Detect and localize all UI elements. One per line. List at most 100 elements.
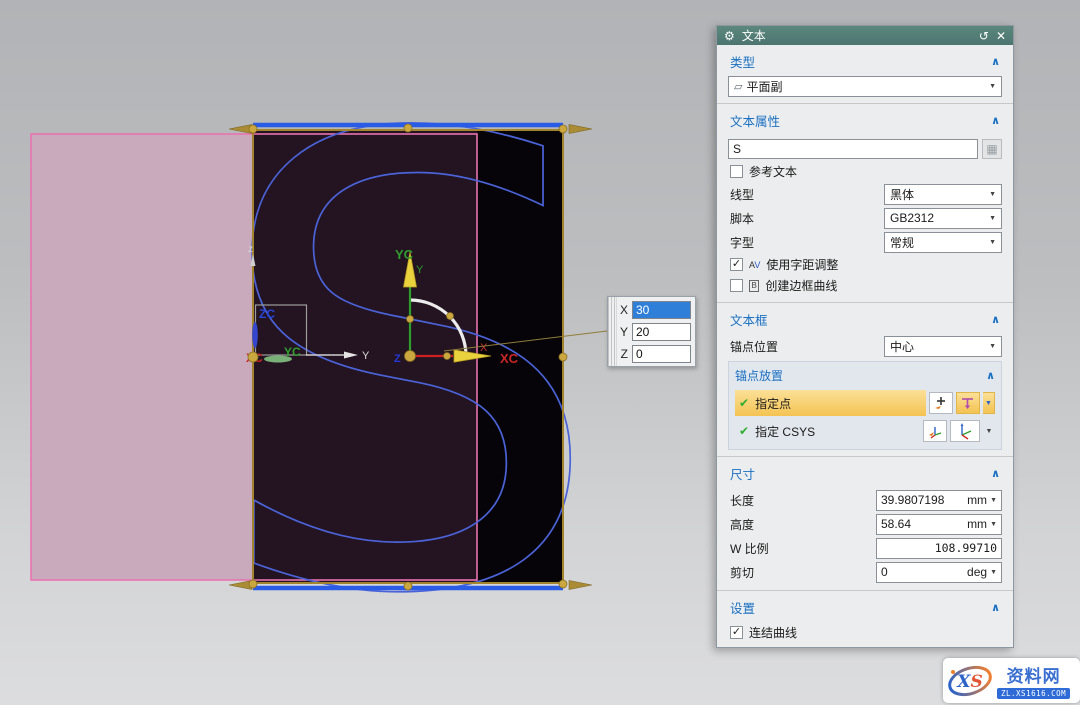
x-coordinate-label: X (619, 303, 628, 317)
section-type-header[interactable]: 类型 ∧ (728, 45, 1002, 76)
wcs-y-label: Y (362, 350, 370, 362)
collapse-icon[interactable]: ∧ (991, 55, 1000, 68)
script-label: 脚本 (728, 210, 884, 227)
length-label: 长度 (728, 492, 876, 509)
check-icon: ✔ (739, 424, 749, 438)
inferred-point-button[interactable] (956, 392, 980, 414)
type-dropdown[interactable]: ▱ 平面副 ▼ (728, 76, 1002, 97)
linetype-label: 线型 (728, 186, 884, 203)
specify-point-row[interactable]: ✔ 指定点 (735, 390, 926, 416)
dialog-titlebar[interactable]: ⚙ 文本 ↺ ✕ (717, 26, 1013, 45)
chevron-down-icon: ▼ (989, 83, 996, 90)
y-axis-drag-dot[interactable] (407, 316, 414, 323)
chevron-down-icon[interactable]: ▼ (990, 569, 997, 576)
watermark-xs-text: XS (956, 672, 982, 692)
kerning-icon: AV (749, 260, 760, 270)
w-scale-field[interactable]: 108.99710 (876, 538, 1002, 559)
symbols-grid-button[interactable]: ▦ (982, 139, 1002, 159)
collapse-icon[interactable]: ∧ (991, 601, 1000, 614)
font-style-dropdown[interactable]: 常规 ▼ (884, 232, 1002, 253)
font-style-label: 字型 (728, 234, 884, 251)
length-field[interactable]: 39.9807198 mm ▼ (876, 490, 1002, 511)
x-coordinate-input[interactable]: 30 (632, 301, 691, 319)
reference-text-label: 参考文本 (749, 163, 797, 180)
collapse-icon[interactable]: ∧ (991, 467, 1000, 480)
kerning-checkbox[interactable]: ✓ (730, 258, 743, 271)
csys-yc-label: YC (395, 247, 414, 262)
height-field[interactable]: 58.64 mm ▼ (876, 514, 1002, 535)
csys-dialog-button[interactable] (923, 420, 947, 442)
shear-field[interactable]: 0 deg ▼ (876, 562, 1002, 583)
y-coordinate-input[interactable]: 20 (632, 323, 691, 341)
csys-xc-label: XC (500, 351, 519, 366)
coordinate-tracker[interactable]: X 30 Y 20 Z 0 (607, 296, 696, 367)
type-dropdown-value: 平面副 (746, 78, 985, 95)
bounding-box-icon: B (749, 280, 759, 292)
csys-y-label: Y (416, 264, 424, 276)
watermark-ellipse-icon: XS (945, 661, 995, 701)
join-curves-label: 连结曲线 (749, 624, 797, 641)
section-text-properties-header[interactable]: 文本属性 ∧ (728, 104, 1002, 135)
wcs-zc-cone (252, 322, 258, 348)
font-dropdown[interactable]: 黑体 ▼ (884, 184, 1002, 205)
watermark-logo: XS 资料网 ZL.XS1616.COM (943, 658, 1080, 703)
frame-curves-checkbox[interactable] (730, 279, 743, 292)
section-text-frame-header[interactable]: 文本框 ∧ (728, 303, 1002, 334)
close-icon[interactable]: ✕ (996, 29, 1006, 43)
collapse-icon[interactable]: ∧ (986, 369, 995, 382)
text-string-input[interactable]: S (728, 139, 978, 159)
csys-dialog-icon (927, 423, 943, 439)
point-dialog-button[interactable] (929, 392, 953, 414)
tracker-drag-handle[interactable] (608, 297, 617, 366)
collapse-icon[interactable]: ∧ (991, 313, 1000, 326)
point-dialog-icon (933, 395, 949, 411)
specify-point-label: 指定点 (755, 395, 791, 412)
csys-type-dropdown[interactable]: ▼ (983, 420, 995, 442)
reference-text-checkbox[interactable] (730, 165, 743, 178)
anchor-placement-header[interactable]: 锚点放置 ∧ (735, 363, 995, 388)
csys-manipulator-button[interactable] (950, 420, 980, 442)
csys-z-label: Z (394, 353, 401, 365)
script-dropdown[interactable]: GB2312 ▼ (884, 208, 1002, 229)
point-type-dropdown[interactable]: ▼ (983, 392, 995, 414)
check-icon: ✔ (739, 396, 749, 410)
dialog-title: 文本 (742, 27, 972, 44)
kerning-label: 使用字距调整 (766, 256, 838, 273)
collapse-icon[interactable]: ∧ (991, 114, 1000, 127)
csys-triad-icon (955, 422, 975, 440)
chevron-down-icon: ▼ (989, 343, 996, 350)
watermark-site-url: ZL.XS1616.COM (997, 688, 1070, 699)
reset-icon[interactable]: ↺ (979, 29, 989, 43)
inferred-point-icon (960, 395, 976, 411)
origin-handle[interactable] (405, 351, 416, 362)
length-unit: mm (967, 493, 987, 507)
csys-x-label: X (480, 342, 488, 354)
shear-unit: deg (967, 565, 987, 579)
chevron-down-icon[interactable]: ▼ (990, 497, 997, 504)
z-coordinate-label: Z (619, 347, 628, 361)
wcs-origin-handle[interactable] (248, 352, 258, 362)
svg-text:z: z (248, 244, 253, 255)
section-settings-header[interactable]: 设置 ∧ (728, 591, 1002, 622)
anchor-location-dropdown[interactable]: 中心 ▼ (884, 336, 1002, 357)
chevron-down-icon: ▼ (989, 191, 996, 198)
wcs-yc-label: YC (284, 345, 301, 359)
z-coordinate-input[interactable]: 0 (632, 345, 691, 363)
y-coordinate-label: Y (619, 325, 628, 339)
specify-csys-row[interactable]: ✔ 指定 CSYS (735, 418, 920, 444)
join-curves-checkbox[interactable]: ✓ (730, 626, 743, 639)
wcs-zc-label: ZC (259, 307, 275, 321)
chevron-down-icon: ▼ (989, 215, 996, 222)
application-canvas: S Y ZC XC YC (0, 0, 1080, 705)
specify-csys-label: 指定 CSYS (755, 423, 815, 440)
anchor-placement-group: 锚点放置 ∧ ✔ 指定点 (728, 361, 1002, 450)
plane-type-icon: ▱ (734, 80, 742, 93)
height-unit: mm (967, 517, 987, 531)
gear-icon: ⚙ (724, 30, 735, 42)
watermark-site-name: 资料网 (1007, 662, 1061, 687)
chevron-down-icon[interactable]: ▼ (990, 521, 997, 528)
arc-drag-dot[interactable] (447, 313, 454, 320)
x-axis-drag-dot[interactable] (444, 353, 451, 360)
height-label: 高度 (728, 516, 876, 533)
section-dimensions-header[interactable]: 尺寸 ∧ (728, 457, 1002, 488)
